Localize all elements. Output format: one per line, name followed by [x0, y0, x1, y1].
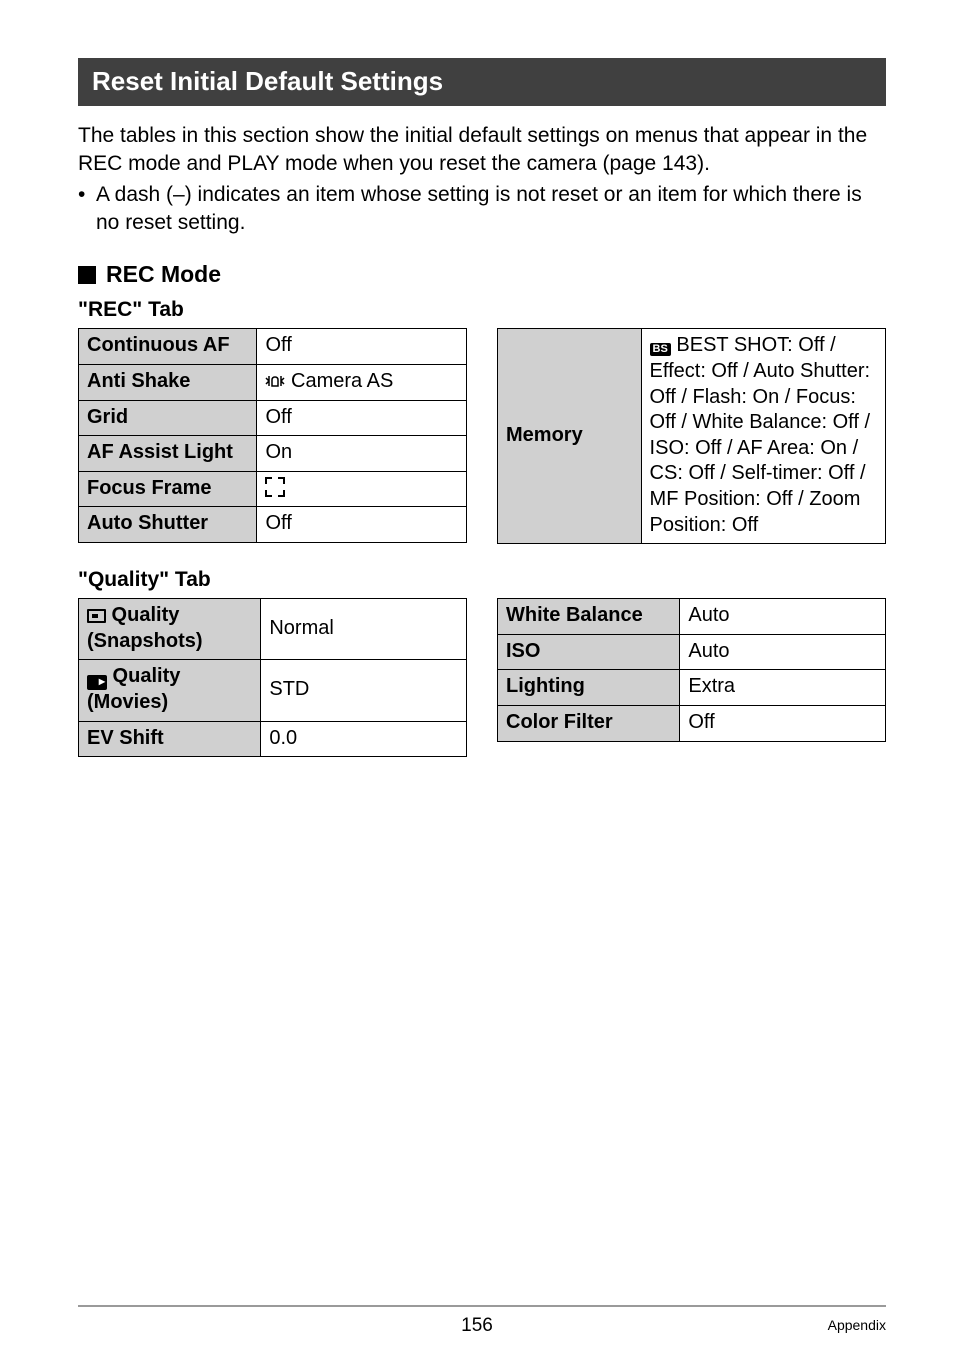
setting-value: Off: [680, 705, 886, 741]
page-number: 156: [0, 1315, 954, 1337]
memory-label: Memory: [498, 329, 642, 544]
bs-icon-text: BS: [653, 344, 668, 355]
intro-paragraph: The tables in this section show the init…: [78, 122, 886, 179]
quality-right-col: White Balance Auto ISO Auto Lighting Ext…: [497, 598, 886, 741]
section-heading: Reset Initial Default Settings: [78, 58, 886, 106]
table-row: White Balance Auto: [498, 599, 886, 635]
setting-label: White Balance: [498, 599, 680, 635]
appendix-label: Appendix: [828, 1317, 886, 1333]
table-row: Color Filter Off: [498, 705, 886, 741]
table-row: Lighting Extra: [498, 670, 886, 706]
rec-mode-heading: REC Mode: [78, 261, 886, 288]
setting-label: Lighting: [498, 670, 680, 706]
setting-value: Auto: [680, 599, 886, 635]
rec-tab-title-text: "REC" Tab: [78, 298, 184, 321]
memory-value-text: BEST SHOT: Off / Effect: Off / Auto Shut…: [650, 334, 871, 535]
table-row: EV Shift 0.0: [79, 721, 467, 757]
table-row: Quality (Snapshots) Normal: [79, 599, 467, 660]
intro-bullet-list: A dash (–) indicates an item whose setti…: [78, 181, 886, 238]
setting-label: ISO: [498, 634, 680, 670]
setting-label: Color Filter: [498, 705, 680, 741]
bs-icon: BS: [650, 343, 671, 356]
memory-table: Memory BS BEST SHOT: Off / Effect: Off /…: [497, 328, 886, 544]
intro-text: The tables in this section show the init…: [78, 124, 867, 175]
setting-label: Grid: [79, 400, 257, 436]
quality-left-col: Quality (Snapshots) Normal Quality (Movi…: [78, 598, 467, 757]
setting-value: Auto: [680, 634, 886, 670]
antishake-icon: [265, 373, 285, 389]
square-mark-icon: [78, 266, 96, 284]
rec-tab-right-col: Memory BS BEST SHOT: Off / Effect: Off /…: [497, 328, 886, 544]
setting-value: Off: [257, 507, 467, 543]
table-row: Anti Shake Camera AS: [79, 364, 467, 400]
intro-bullet-item: A dash (–) indicates an item whose setti…: [78, 181, 886, 238]
table-row: Focus Frame: [79, 471, 467, 507]
setting-value: STD: [261, 660, 467, 721]
setting-value: On: [257, 436, 467, 472]
rec-tab-columns: Continuous AF Off Anti Shake Camera AS G…: [78, 328, 886, 544]
setting-value: 0.0: [261, 721, 467, 757]
quality-tab-columns: Quality (Snapshots) Normal Quality (Movi…: [78, 598, 886, 757]
rec-tab-title: "REC" Tab: [78, 298, 886, 322]
table-row: Auto Shutter Off: [79, 507, 467, 543]
quality-right-table: White Balance Auto ISO Auto Lighting Ext…: [497, 598, 886, 741]
setting-value: Normal: [261, 599, 467, 660]
quality-section: "Quality" Tab Quality (Snapshots) Normal…: [78, 568, 886, 757]
setting-value: Camera AS: [257, 364, 467, 400]
quality-left-table: Quality (Snapshots) Normal Quality (Movi…: [78, 598, 467, 757]
table-row: Continuous AF Off: [79, 329, 467, 365]
setting-label: Quality (Movies): [79, 660, 261, 721]
table-row: Grid Off: [79, 400, 467, 436]
quality-tab-title-text: "Quality" Tab: [78, 568, 211, 591]
setting-value: Off: [257, 329, 467, 365]
setting-label: EV Shift: [79, 721, 261, 757]
rec-tab-left-table: Continuous AF Off Anti Shake Camera AS G…: [78, 328, 467, 543]
quality-tab-title: "Quality" Tab: [78, 568, 886, 592]
rec-tab-left-col: Continuous AF Off Anti Shake Camera AS G…: [78, 328, 467, 543]
movie-icon: [87, 675, 107, 690]
intro-bullet-text: A dash (–) indicates an item whose setti…: [96, 183, 862, 234]
setting-label: Quality (Snapshots): [79, 599, 261, 660]
setting-value: [257, 471, 467, 507]
setting-label: Focus Frame: [79, 471, 257, 507]
table-row: AF Assist Light On: [79, 436, 467, 472]
setting-label-text: Quality (Movies): [87, 665, 180, 713]
table-row: ISO Auto: [498, 634, 886, 670]
setting-label: Auto Shutter: [79, 507, 257, 543]
setting-label: AF Assist Light: [79, 436, 257, 472]
setting-label: Continuous AF: [79, 329, 257, 365]
rec-mode-heading-text: REC Mode: [106, 261, 221, 288]
snapshot-icon: [87, 609, 106, 623]
memory-value: BS BEST SHOT: Off / Effect: Off / Auto S…: [641, 329, 885, 544]
table-row: Memory BS BEST SHOT: Off / Effect: Off /…: [498, 329, 886, 544]
setting-value: Off: [257, 400, 467, 436]
focus-frame-icon: [265, 477, 285, 497]
setting-value-text: Camera AS: [285, 370, 393, 392]
table-row: Quality (Movies) STD: [79, 660, 467, 721]
section-heading-text: Reset Initial Default Settings: [92, 66, 443, 96]
setting-value: Extra: [680, 670, 886, 706]
setting-label: Anti Shake: [79, 364, 257, 400]
footer-rule: [78, 1305, 886, 1307]
